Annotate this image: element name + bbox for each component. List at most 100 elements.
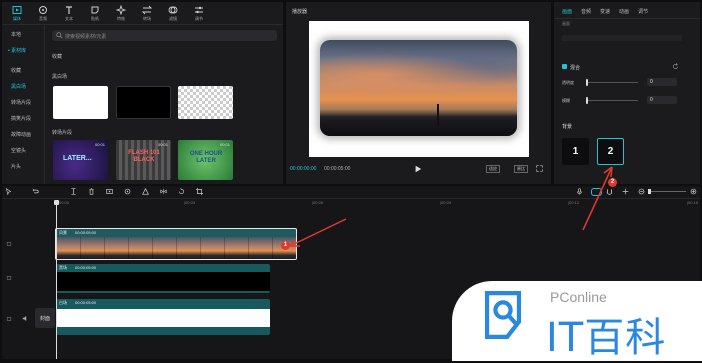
cover-button[interactable]: 封面 (35, 308, 55, 328)
video-clip-black[interactable]: 黑场 00:00:05:00 (56, 264, 270, 293)
ratio-button[interactable]: 原比 (514, 165, 528, 173)
track-lock-icon[interactable] (6, 274, 12, 280)
radio-tower (437, 104, 439, 126)
track-lock-icon[interactable] (6, 315, 12, 321)
blur-slider[interactable] (586, 97, 638, 104)
warning-icon[interactable] (142, 188, 149, 195)
transparent-field-thumb[interactable] (178, 86, 233, 119)
blur-value-box[interactable]: 0 (647, 96, 677, 104)
playhead-handle[interactable] (54, 200, 59, 205)
ruler-mark: |00:03 (184, 200, 196, 205)
freeze-icon[interactable] (106, 188, 113, 195)
ruler-mark: |00:09 (440, 200, 452, 205)
style-option-1[interactable]: 1 (562, 138, 589, 165)
track-lock-icon[interactable] (6, 240, 12, 246)
zoom-in-icon[interactable] (690, 188, 697, 195)
opacity-slider-thumb[interactable] (586, 79, 588, 86)
link-toggle[interactable] (591, 188, 602, 196)
tab-picture[interactable]: 画面 (562, 9, 572, 15)
clip-name: 风景 (59, 230, 67, 235)
preview-canvas[interactable] (309, 21, 529, 157)
properties-panel: 画面 音频 变速 动画 调节 画面 混合 透明度 0 模糊 0 背景 1 2 (554, 2, 700, 184)
toolbar-media[interactable]: 媒体 (6, 5, 28, 22)
toolbar-filter[interactable]: 滤镜 (162, 5, 184, 22)
video-clip-scenery[interactable]: 风景 00:00:05:00 (55, 228, 297, 260)
white-field-thumb[interactable] (53, 86, 108, 119)
props-tabs: 画面 音频 变速 动画 调节 (562, 8, 657, 15)
tab-speed[interactable]: 变速 (600, 9, 610, 15)
split-icon[interactable] (70, 188, 77, 195)
flash-thumb[interactable]: 00:01 FLASH 101 BLACK (116, 140, 171, 180)
opacity-slider[interactable] (586, 79, 638, 86)
toolbar-audio[interactable]: 音频 (32, 5, 54, 22)
cover-label: 封面 (39, 315, 50, 322)
sidebar-item-bw[interactable]: 黑白场 (2, 81, 42, 93)
sidebar-item-local[interactable]: 本地 (2, 29, 42, 41)
blur-slider-thumb[interactable] (586, 97, 588, 104)
toolbar-effects[interactable]: 特效 (110, 5, 132, 22)
cursor-icon[interactable] (5, 188, 12, 195)
crop-icon[interactable] (196, 188, 203, 195)
clip-white-fill (56, 309, 270, 327)
watermark-title: IT百科 (546, 315, 667, 361)
zoom-slider-thumb[interactable] (648, 189, 651, 194)
toolbar-audio-label: 音频 (39, 16, 47, 21)
style-option-2-label: 2 (607, 146, 614, 157)
toolbar-sticker[interactable]: 贴纸 (84, 5, 106, 22)
magnet-icon[interactable] (606, 188, 613, 195)
transition-icon (142, 5, 152, 15)
sidebar-item-glitch[interactable]: 故障动画 (2, 129, 42, 141)
timeline-ruler[interactable]: 00:00 |00:03 |00:06 |00:09 |00:12 |00:15 (57, 199, 699, 207)
section-transition-title: 转场片段 (52, 130, 73, 136)
fullscreen-icon[interactable] (536, 165, 543, 172)
reset-icon[interactable] (672, 63, 679, 70)
blend-checkbox[interactable] (562, 64, 567, 69)
rotate-icon[interactable] (178, 188, 185, 195)
opacity-value-box[interactable]: 0 (647, 78, 677, 86)
mirror-icon[interactable] (160, 188, 167, 195)
tab-animation[interactable]: 动画 (619, 9, 629, 15)
preview-axis-icon[interactable] (622, 188, 629, 195)
style-option-2[interactable]: 2 (597, 138, 624, 165)
mic-icon[interactable] (576, 188, 583, 195)
reverse-icon[interactable] (124, 188, 131, 195)
later-thumb[interactable]: 00:01 LATER... (53, 140, 108, 180)
zoom-out-icon[interactable] (638, 188, 645, 195)
sidebar-item-transition-clips[interactable]: 转场片段 (2, 97, 42, 109)
clip-name: 黑场 (59, 265, 67, 270)
player-title: 播放器 (292, 9, 308, 15)
style-label: 背景 (562, 124, 573, 130)
tab-adjust[interactable]: 调节 (638, 9, 648, 15)
opacity-label: 透明度 (562, 80, 574, 85)
sidebar-item-funny[interactable]: 搞笑片段 (2, 113, 42, 125)
effects-icon (116, 5, 126, 15)
toolbar-text[interactable]: 文本 (58, 5, 80, 22)
delete-icon[interactable] (88, 188, 95, 195)
thumb-text: ONE HOUR LATER (189, 151, 223, 164)
black-field-thumb[interactable] (116, 86, 171, 119)
sidebar-item-library[interactable]: • 素材库 (2, 45, 42, 57)
sidebar-item-empty-shot[interactable]: 空镜头 (2, 145, 42, 157)
thumb-text: FLASH 101 BLACK (128, 150, 160, 163)
play-icon[interactable] (414, 165, 422, 173)
zoom-slider[interactable] (648, 189, 686, 194)
tab-audio[interactable]: 音频 (581, 9, 591, 15)
toolbar-text-label: 文本 (65, 16, 73, 21)
fit-button[interactable]: 适应 (486, 165, 500, 173)
speaker-icon[interactable] (22, 315, 29, 322)
section-bw-title: 黑白场 (52, 74, 68, 80)
ruler-mark: |00:15 (687, 200, 699, 205)
player-panel: 播放器 00:00:00:00 00:00:05:00 适应 原比 (286, 2, 551, 184)
undo-icon[interactable] (32, 188, 39, 195)
toolbar-transition[interactable]: 转场 (136, 5, 158, 22)
hour-later-thumb[interactable]: 00:01 ONE HOUR LATER (178, 140, 233, 180)
thumb-duration: 00:01 (94, 142, 105, 147)
toolbar-adjust[interactable]: 调节 (188, 5, 210, 22)
opacity-value: 0 (650, 79, 653, 85)
sidebar-item-favorites[interactable]: 收藏 (2, 65, 42, 77)
sidebar-item-intro[interactable]: 片头 (2, 161, 42, 173)
playhead[interactable] (54, 200, 59, 359)
video-clip-white[interactable]: 白场 00:00:05:00 (56, 299, 270, 335)
current-time: 00:00:00:00 (290, 166, 317, 172)
search-bar[interactable]: 搜索视频素材/元素 (52, 30, 277, 41)
